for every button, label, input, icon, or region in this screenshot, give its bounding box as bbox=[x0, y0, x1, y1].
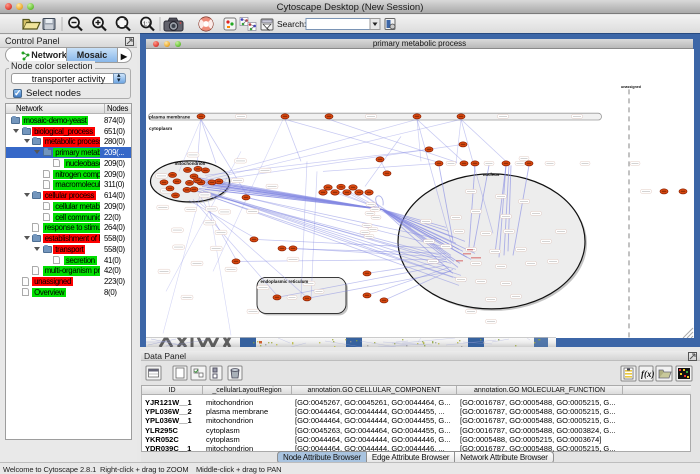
svg-text:1:1: 1:1 bbox=[143, 22, 151, 28]
svg-text:unassigned: unassigned bbox=[621, 84, 641, 88]
svg-text:nucleus: nucleus bbox=[483, 171, 500, 176]
svg-text:cytoplasm: cytoplasm bbox=[149, 125, 172, 130]
svg-text:f(x): f(x) bbox=[641, 369, 655, 379]
svg-text:mitochondrion: mitochondrion bbox=[175, 160, 206, 165]
svg-text:plasma membrane: plasma membrane bbox=[149, 114, 191, 119]
svg-text:endoplasmic reticulum: endoplasmic reticulum bbox=[261, 278, 309, 283]
svg-text:Search:: Search: bbox=[277, 19, 306, 29]
